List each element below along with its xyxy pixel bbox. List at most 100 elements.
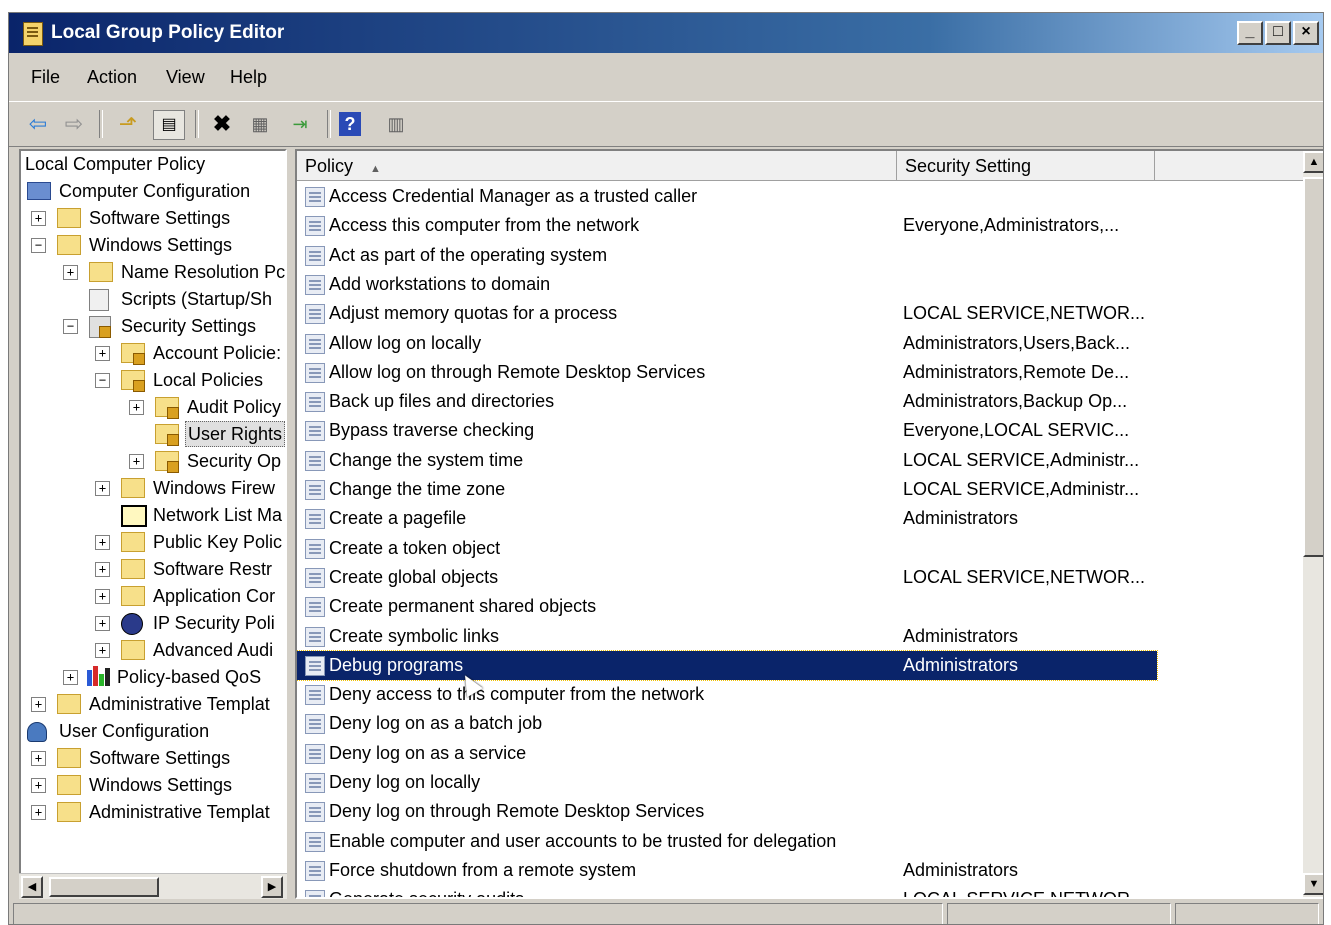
tree-item-user-rights[interactable]: User Rights [129, 421, 285, 447]
export-list-icon[interactable]: ⇥ [285, 110, 315, 138]
tree-item-application-control[interactable]: + Application Cor [95, 583, 285, 609]
policy-row[interactable]: Act as part of the operating system [297, 241, 1157, 270]
tree-item-ip-security-policies[interactable]: + IP Security Poli [95, 610, 285, 636]
policy-row[interactable]: Create global objects LOCAL SERVICE,NETWO… [297, 563, 1157, 592]
tree-item-account-policies[interactable]: + Account Policie: [95, 340, 285, 366]
tree-item-scripts[interactable]: Scripts (Startup/Sh [63, 286, 285, 312]
column-header-security-setting[interactable]: Security Setting [897, 151, 1155, 181]
delete-icon[interactable]: ✖ [207, 110, 237, 138]
tree-item-security-settings[interactable]: − Security Settings [63, 313, 285, 339]
policy-row[interactable]: Debug programs Administrators [297, 649, 1158, 681]
expand-icon[interactable]: + [95, 481, 110, 496]
policy-row[interactable]: Create a pagefile Administrators [297, 504, 1157, 533]
title-bar[interactable]: Local Group Policy Editor _ □ × [9, 13, 1323, 53]
policy-row[interactable]: Create permanent shared objects [297, 592, 1157, 621]
policy-row[interactable]: Bypass traverse checking Everyone,LOCAL S… [297, 416, 1157, 445]
policy-row[interactable]: Change the time zone LOCAL SERVICE,Admini… [297, 475, 1157, 504]
policy-row[interactable]: Access Credential Manager as a trusted c… [297, 182, 1157, 211]
expand-icon[interactable]: + [31, 751, 46, 766]
policy-security-setting: LOCAL SERVICE,Administr... [903, 479, 1140, 499]
tree-root[interactable]: Local Computer Policy [25, 151, 205, 177]
up-folder-icon[interactable]: ⬏ [113, 110, 143, 138]
collapse-icon[interactable]: − [95, 373, 110, 388]
scroll-down-button[interactable]: ▼ [1303, 873, 1323, 895]
policy-row[interactable]: Deny log on as a service [297, 739, 1157, 768]
minimize-button[interactable]: _ [1237, 21, 1263, 45]
show-hide-tree-icon[interactable]: ▤ [153, 110, 185, 140]
expand-icon[interactable]: + [95, 616, 110, 631]
expand-icon[interactable]: + [63, 670, 78, 685]
expand-icon[interactable]: + [95, 643, 110, 658]
tree-item-security-options[interactable]: + Security Op [129, 448, 285, 474]
tree-item-network-list-manager[interactable]: Network List Ma [95, 502, 285, 528]
expand-icon[interactable]: + [31, 211, 46, 226]
policy-row[interactable]: Deny log on through Remote Desktop Servi… [297, 797, 1157, 826]
scroll-thumb[interactable] [49, 877, 159, 897]
policy-row[interactable]: Force shutdown from a remote system Admin… [297, 856, 1157, 885]
expand-icon[interactable]: + [95, 589, 110, 604]
toolbar-separator [99, 110, 103, 138]
policy-row[interactable]: Deny log on locally [297, 768, 1157, 797]
expand-icon[interactable]: + [95, 562, 110, 577]
collapse-icon[interactable]: − [63, 319, 78, 334]
properties-icon[interactable]: ▦ [245, 110, 275, 138]
tree-item-user-administrative-templates[interactable]: + Administrative Templat [31, 799, 285, 825]
console-tree[interactable]: Local Computer Policy Computer Configura… [19, 149, 287, 899]
menu-view[interactable]: View [166, 67, 205, 88]
column-header-policy[interactable]: Policy ▲ [297, 151, 897, 181]
tree-item-audit-policy[interactable]: + Audit Policy [129, 394, 285, 420]
tree-horizontal-scrollbar[interactable]: ◀ ▶ [19, 873, 287, 899]
expand-icon[interactable]: + [31, 778, 46, 793]
tree-item-advanced-audit[interactable]: + Advanced Audi [95, 637, 285, 663]
tree-item-administrative-templates[interactable]: + Administrative Templat [31, 691, 285, 717]
expand-icon[interactable]: + [31, 805, 46, 820]
back-icon[interactable]: ⇦ [23, 110, 53, 138]
expand-icon[interactable]: + [129, 400, 144, 415]
policy-row[interactable]: Deny access to this computer from the ne… [297, 680, 1157, 709]
show-hide-action-pane-icon[interactable]: ▥ [381, 110, 411, 138]
expand-icon[interactable]: + [31, 697, 46, 712]
tree-item-windows-firewall[interactable]: + Windows Firew [95, 475, 285, 501]
expand-icon[interactable]: + [95, 535, 110, 550]
tree-item-software-restriction[interactable]: + Software Restr [95, 556, 285, 582]
policy-name: Act as part of the operating system [329, 244, 608, 265]
tree-item-software-settings[interactable]: + Software Settings [31, 205, 285, 231]
expand-icon[interactable]: + [95, 346, 110, 361]
policy-row[interactable]: Allow log on through Remote Desktop Serv… [297, 358, 1157, 387]
list-vertical-scrollbar[interactable]: ▲ ▼ [1303, 151, 1323, 897]
policy-row[interactable]: Generate security audits LOCAL SERVICE,NE… [297, 885, 1157, 897]
tree-item-user-software-settings[interactable]: + Software Settings [31, 745, 285, 771]
scroll-thumb[interactable] [1303, 177, 1323, 557]
policy-row[interactable]: Allow log on locally Administrators,Users… [297, 329, 1157, 358]
collapse-icon[interactable]: − [31, 238, 46, 253]
tree-item-policy-based-qos[interactable]: + Policy-based QoS [63, 664, 285, 690]
menu-file[interactable]: File [31, 67, 60, 88]
tree-item-public-key-policies[interactable]: + Public Key Polic [95, 529, 285, 555]
policy-row[interactable]: Create a token object [297, 534, 1157, 563]
tree-item-local-policies[interactable]: − Local Policies [95, 367, 285, 393]
policy-row[interactable]: Change the system time LOCAL SERVICE,Admi… [297, 446, 1157, 475]
scroll-right-button[interactable]: ▶ [261, 876, 283, 898]
expand-icon[interactable]: + [129, 454, 144, 469]
status-bar [9, 899, 1323, 924]
policy-row[interactable]: Add workstations to domain [297, 270, 1157, 299]
forward-icon[interactable]: ⇨ [59, 110, 89, 138]
policy-row[interactable]: Access this computer from the network Eve… [297, 211, 1157, 240]
menu-help[interactable]: Help [230, 67, 267, 88]
policy-list[interactable]: Policy ▲ Security Setting Access Credent… [295, 149, 1323, 899]
tree-item-name-resolution[interactable]: + Name Resolution Pc [63, 259, 285, 285]
expand-icon[interactable]: + [63, 265, 78, 280]
scroll-left-button[interactable]: ◀ [21, 876, 43, 898]
tree-item-windows-settings[interactable]: − Windows Settings [31, 232, 285, 258]
scroll-up-button[interactable]: ▲ [1303, 151, 1323, 173]
policy-row[interactable]: Back up files and directories Administrat… [297, 387, 1157, 416]
help-icon[interactable]: ? [339, 112, 361, 136]
policy-row[interactable]: Adjust memory quotas for a process LOCAL … [297, 299, 1157, 328]
policy-row[interactable]: Deny log on as a batch job [297, 709, 1157, 738]
policy-row[interactable]: Enable computer and user accounts to be … [297, 827, 1157, 856]
policy-row[interactable]: Create symbolic links Administrators [297, 622, 1157, 651]
close-button[interactable]: × [1293, 21, 1319, 45]
maximize-button[interactable]: □ [1265, 21, 1291, 45]
tree-item-user-windows-settings[interactable]: + Windows Settings [31, 772, 285, 798]
menu-action[interactable]: Action [87, 67, 137, 88]
